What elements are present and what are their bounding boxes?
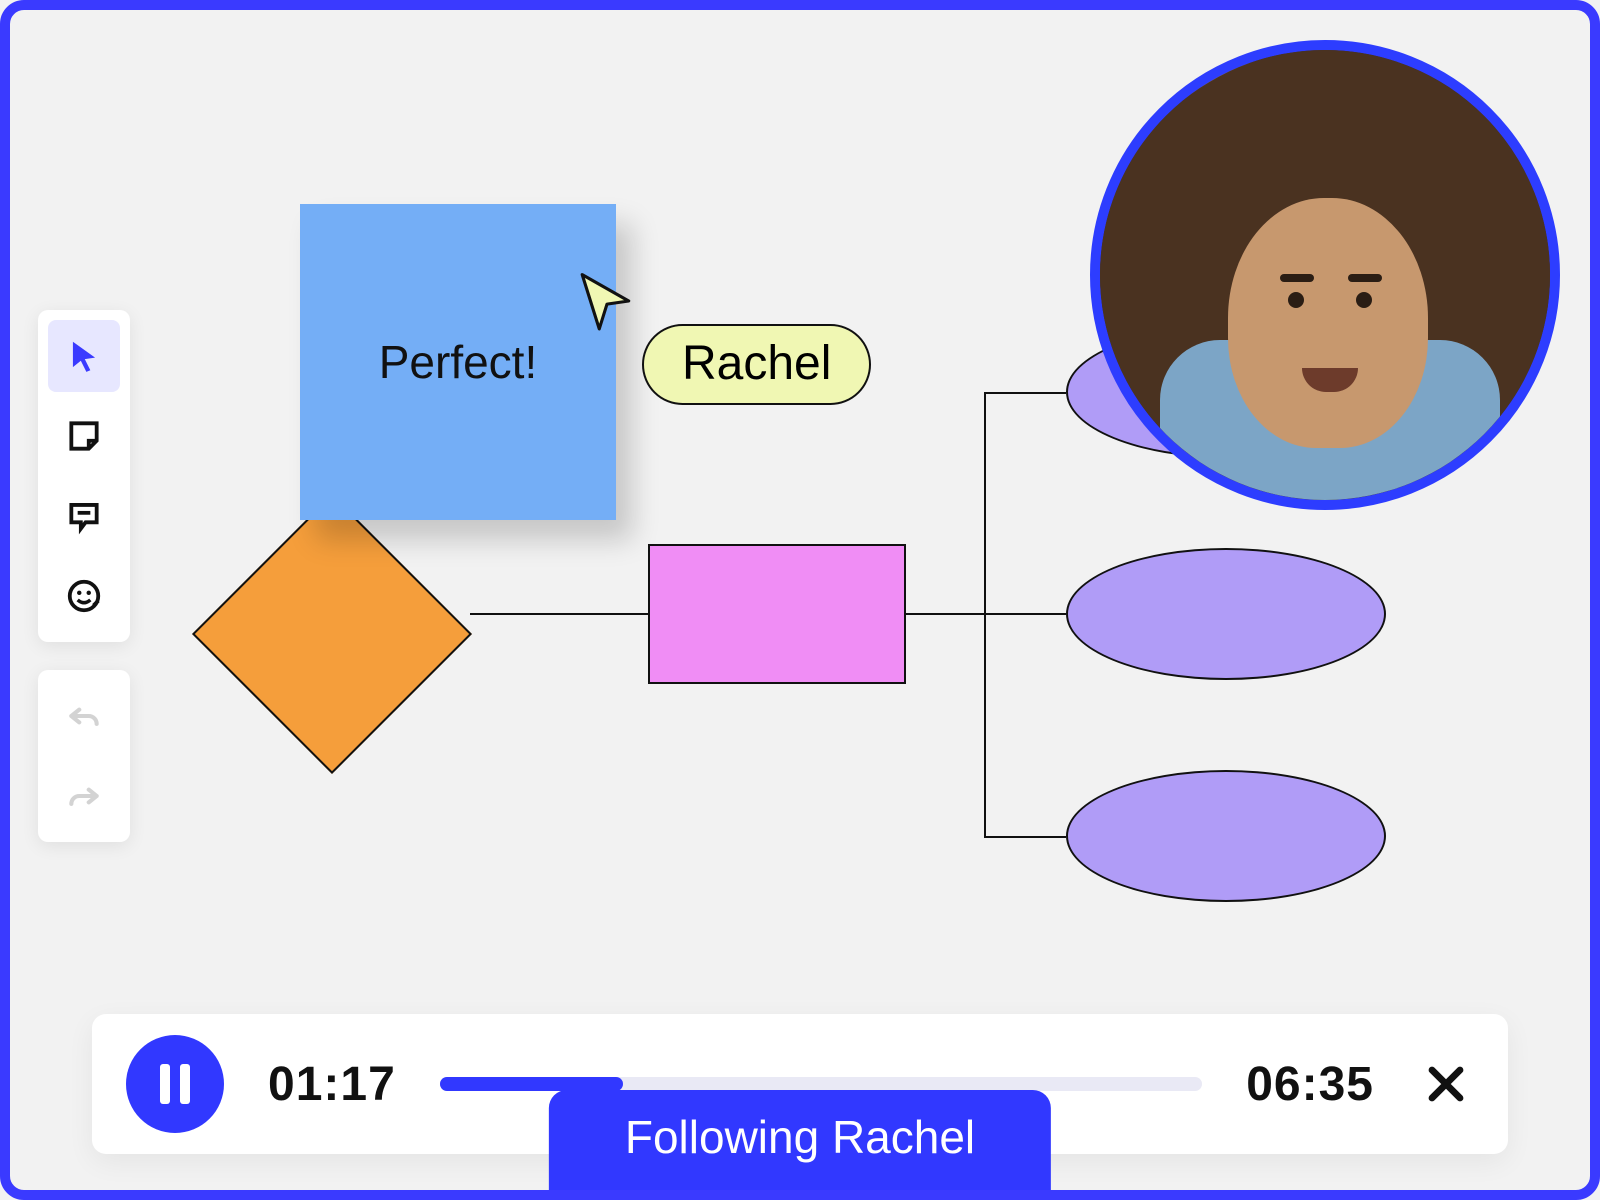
pause-button[interactable] — [126, 1035, 224, 1133]
following-indicator[interactable]: Following Rachel — [549, 1090, 1051, 1190]
presence-video-avatar[interactable] — [1090, 40, 1560, 510]
playback-total-time: 06:35 — [1246, 1057, 1374, 1112]
flowchart-process-rect[interactable] — [648, 544, 906, 684]
playback-progress-fill — [440, 1077, 623, 1091]
flowchart-decision-diamond[interactable] — [192, 494, 472, 774]
connector — [984, 392, 1066, 394]
tool-sticky-note[interactable] — [48, 400, 120, 472]
tool-toolbar — [38, 310, 130, 842]
tool-comment[interactable] — [48, 480, 120, 552]
connector — [984, 836, 1066, 838]
undo-icon — [65, 697, 103, 735]
close-icon — [1422, 1060, 1470, 1108]
whiteboard-canvas[interactable]: Perfect! Rachel — [10, 10, 1590, 1190]
tool-undo[interactable] — [48, 680, 120, 752]
playback-current-time: 01:17 — [268, 1057, 396, 1112]
flowchart-terminal-ellipse[interactable] — [1066, 548, 1386, 680]
following-indicator-label: Following Rachel — [625, 1111, 975, 1163]
comment-icon — [65, 497, 103, 535]
tool-cursor[interactable] — [48, 320, 120, 392]
connector — [984, 613, 1066, 615]
presence-cursor-label: Rachel — [642, 324, 871, 405]
connector — [470, 613, 648, 615]
pause-icon — [160, 1064, 190, 1104]
tool-group-primary — [38, 310, 130, 642]
tool-redo[interactable] — [48, 760, 120, 832]
presence-user-name: Rachel — [682, 337, 831, 390]
emoji-icon — [65, 577, 103, 615]
redo-icon — [65, 777, 103, 815]
flowchart-terminal-ellipse[interactable] — [1066, 770, 1386, 902]
tool-group-history — [38, 670, 130, 842]
connector — [906, 613, 984, 615]
cursor-icon — [65, 337, 103, 375]
sticky-note-icon — [65, 417, 103, 455]
connector — [984, 392, 986, 838]
tool-emoji-sticker[interactable] — [48, 560, 120, 632]
sticky-note-text: Perfect! — [379, 335, 538, 389]
app-frame: Perfect! Rachel — [0, 0, 1600, 1200]
close-playback-button[interactable] — [1418, 1056, 1474, 1112]
sticky-note[interactable]: Perfect! — [300, 204, 616, 520]
playback-progress[interactable] — [440, 1077, 1202, 1091]
